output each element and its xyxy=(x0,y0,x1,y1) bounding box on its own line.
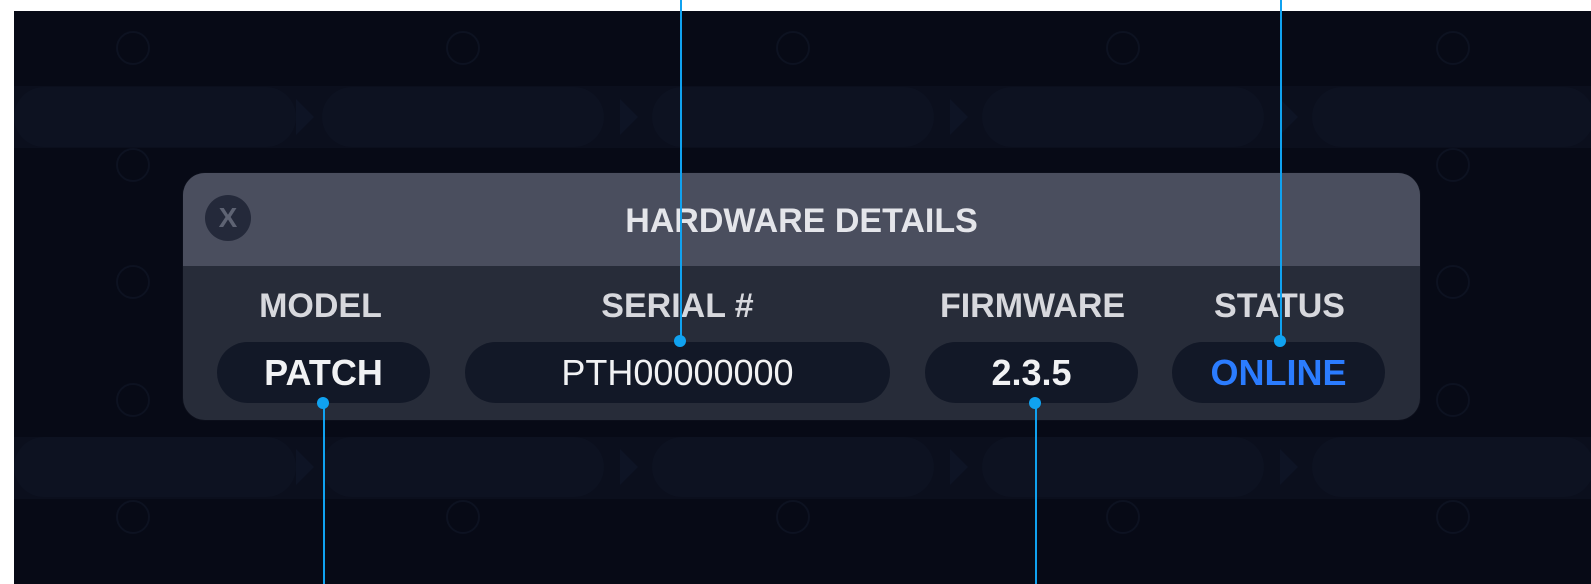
background-circle-icon xyxy=(1106,31,1140,65)
background-circle-icon xyxy=(116,148,150,182)
firmware-value: 2.3.5 xyxy=(925,342,1138,403)
background-circle-icon xyxy=(446,500,480,534)
background-circle-icon xyxy=(776,31,810,65)
model-label: MODEL xyxy=(259,287,382,325)
status-value: ONLINE xyxy=(1172,342,1385,403)
background-node-pill xyxy=(652,437,934,497)
status-callout-dot xyxy=(1274,335,1286,347)
firmware-callout-dot xyxy=(1029,397,1041,409)
background-arrow xyxy=(296,99,314,135)
serial-callout-line xyxy=(680,0,682,341)
background-circle-icon xyxy=(446,31,480,65)
background-node-pill xyxy=(322,87,604,147)
serial-value: PTH00000000 xyxy=(465,342,890,403)
background-circle-icon xyxy=(1436,31,1470,65)
model-callout-line xyxy=(323,403,325,584)
firmware-label: FIRMWARE xyxy=(939,287,1126,325)
background-circle-icon xyxy=(116,31,150,65)
background-circle-icon xyxy=(1436,383,1470,417)
dialog-header: X HARDWARE DETAILS xyxy=(183,173,1420,266)
background-circle-icon xyxy=(1436,265,1470,299)
background-node-pill xyxy=(652,87,934,147)
serial-label: SERIAL # xyxy=(601,287,754,325)
background-arrow xyxy=(296,449,314,485)
background-node-pill xyxy=(1312,87,1591,147)
background-circle-icon xyxy=(1436,500,1470,534)
hardware-details-dialog: X HARDWARE DETAILS MODEL SERIAL # FIRMWA… xyxy=(183,173,1420,420)
background-circle-icon xyxy=(1106,500,1140,534)
background-arrow xyxy=(1280,99,1298,135)
serial-callout-dot xyxy=(674,335,686,347)
background-arrow xyxy=(620,449,638,485)
background-node-pill xyxy=(1312,437,1591,497)
background-node-pill xyxy=(982,437,1264,497)
background-node-pill xyxy=(322,437,604,497)
background-circle-icon xyxy=(116,383,150,417)
background-circle-icon xyxy=(1436,148,1470,182)
background-arrow xyxy=(950,99,968,135)
background-arrow xyxy=(950,449,968,485)
background-circle-icon xyxy=(116,265,150,299)
model-callout-dot xyxy=(317,397,329,409)
dialog-title: HARDWARE DETAILS xyxy=(625,202,978,240)
background-node-pill xyxy=(14,437,296,497)
background-circle-icon xyxy=(776,500,810,534)
firmware-callout-line xyxy=(1035,403,1037,584)
background-arrow xyxy=(1280,449,1298,485)
background-node-pill xyxy=(982,87,1264,147)
background-arrow xyxy=(620,99,638,135)
background-circle-icon xyxy=(116,500,150,534)
background-node-pill xyxy=(14,87,296,147)
model-value: PATCH xyxy=(217,342,430,403)
status-callout-line xyxy=(1280,0,1282,341)
